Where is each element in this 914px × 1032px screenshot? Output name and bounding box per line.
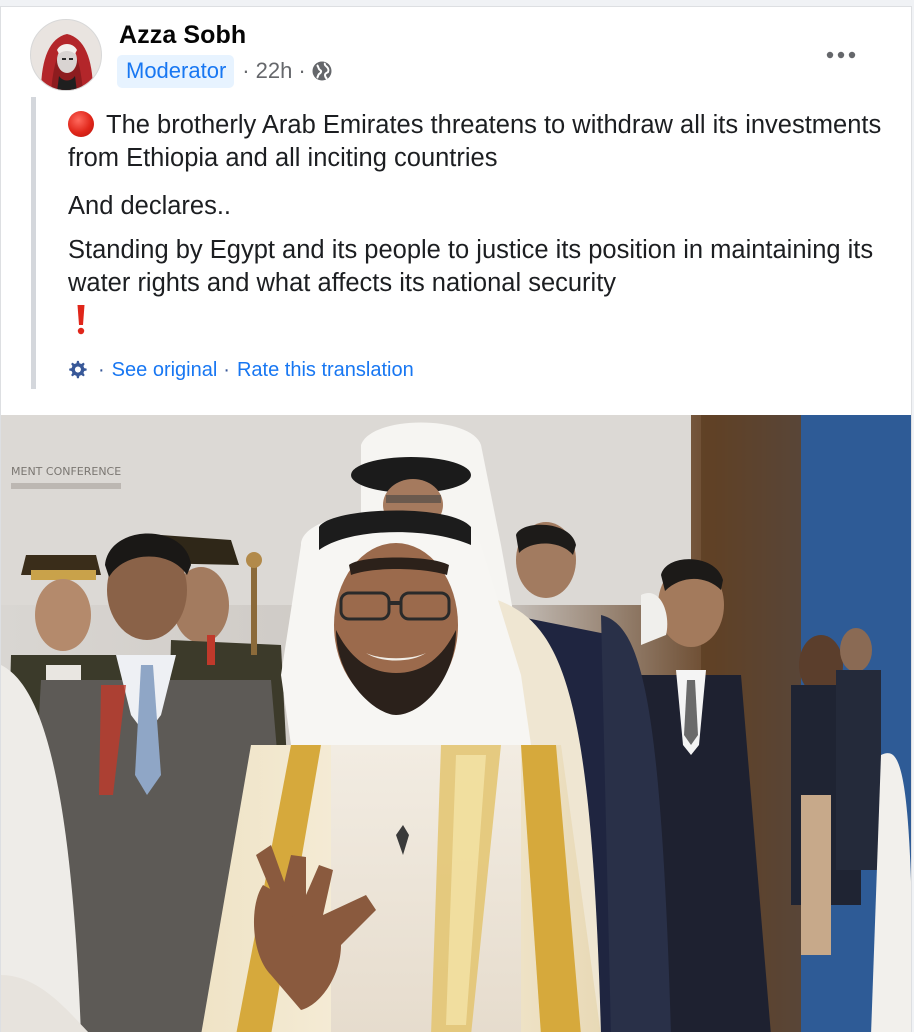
red-circle-emoji — [68, 111, 94, 137]
translation-bar: · See original · Rate this translation — [66, 355, 414, 385]
gear-icon[interactable] — [66, 359, 88, 381]
post-meta: Moderator · 22h · — [117, 54, 333, 88]
post-paragraph: And declares.. — [68, 192, 232, 220]
moderator-badge: Moderator — [117, 54, 235, 88]
author-name[interactable]: Azza Sobh — [119, 21, 246, 50]
see-original-link[interactable]: See original — [112, 359, 218, 382]
more-horizontal-icon — [826, 51, 856, 59]
post-paragraph: The brotherly Arab Emirates threatens to… — [68, 109, 888, 175]
post-paragraph: Standing by Egypt and its people to just… — [68, 234, 888, 336]
author-avatar[interactable] — [30, 19, 102, 91]
post-text: The brotherly Arab Emirates threatens to… — [68, 109, 888, 336]
red-exclamation-emoji — [77, 305, 85, 335]
quote-bar — [31, 97, 36, 389]
banner-text: MENT CONFERENCE — [11, 465, 121, 478]
avatar-image — [31, 20, 101, 90]
post-options-button[interactable] — [817, 37, 865, 73]
photo-image: MENT CONFERENCE — [1, 415, 911, 1032]
post-photo[interactable]: MENT CONFERENCE — [1, 415, 911, 1032]
rate-translation-link[interactable]: Rate this translation — [237, 359, 414, 382]
paragraph-1-text: The brotherly Arab Emirates threatens to… — [68, 111, 882, 172]
meta-separator: · — [298, 58, 306, 83]
translation-separator: · — [223, 358, 230, 381]
paragraph-3-text: Standing by Egypt and its people to just… — [68, 236, 874, 297]
globe-icon[interactable] — [311, 60, 333, 82]
meta-separator: · — [242, 58, 250, 83]
post-card: Azza Sobh Moderator · 22h · The brotherl… — [0, 6, 912, 1032]
translation-separator: · — [98, 358, 105, 381]
post-timestamp[interactable]: 22h — [256, 58, 293, 84]
